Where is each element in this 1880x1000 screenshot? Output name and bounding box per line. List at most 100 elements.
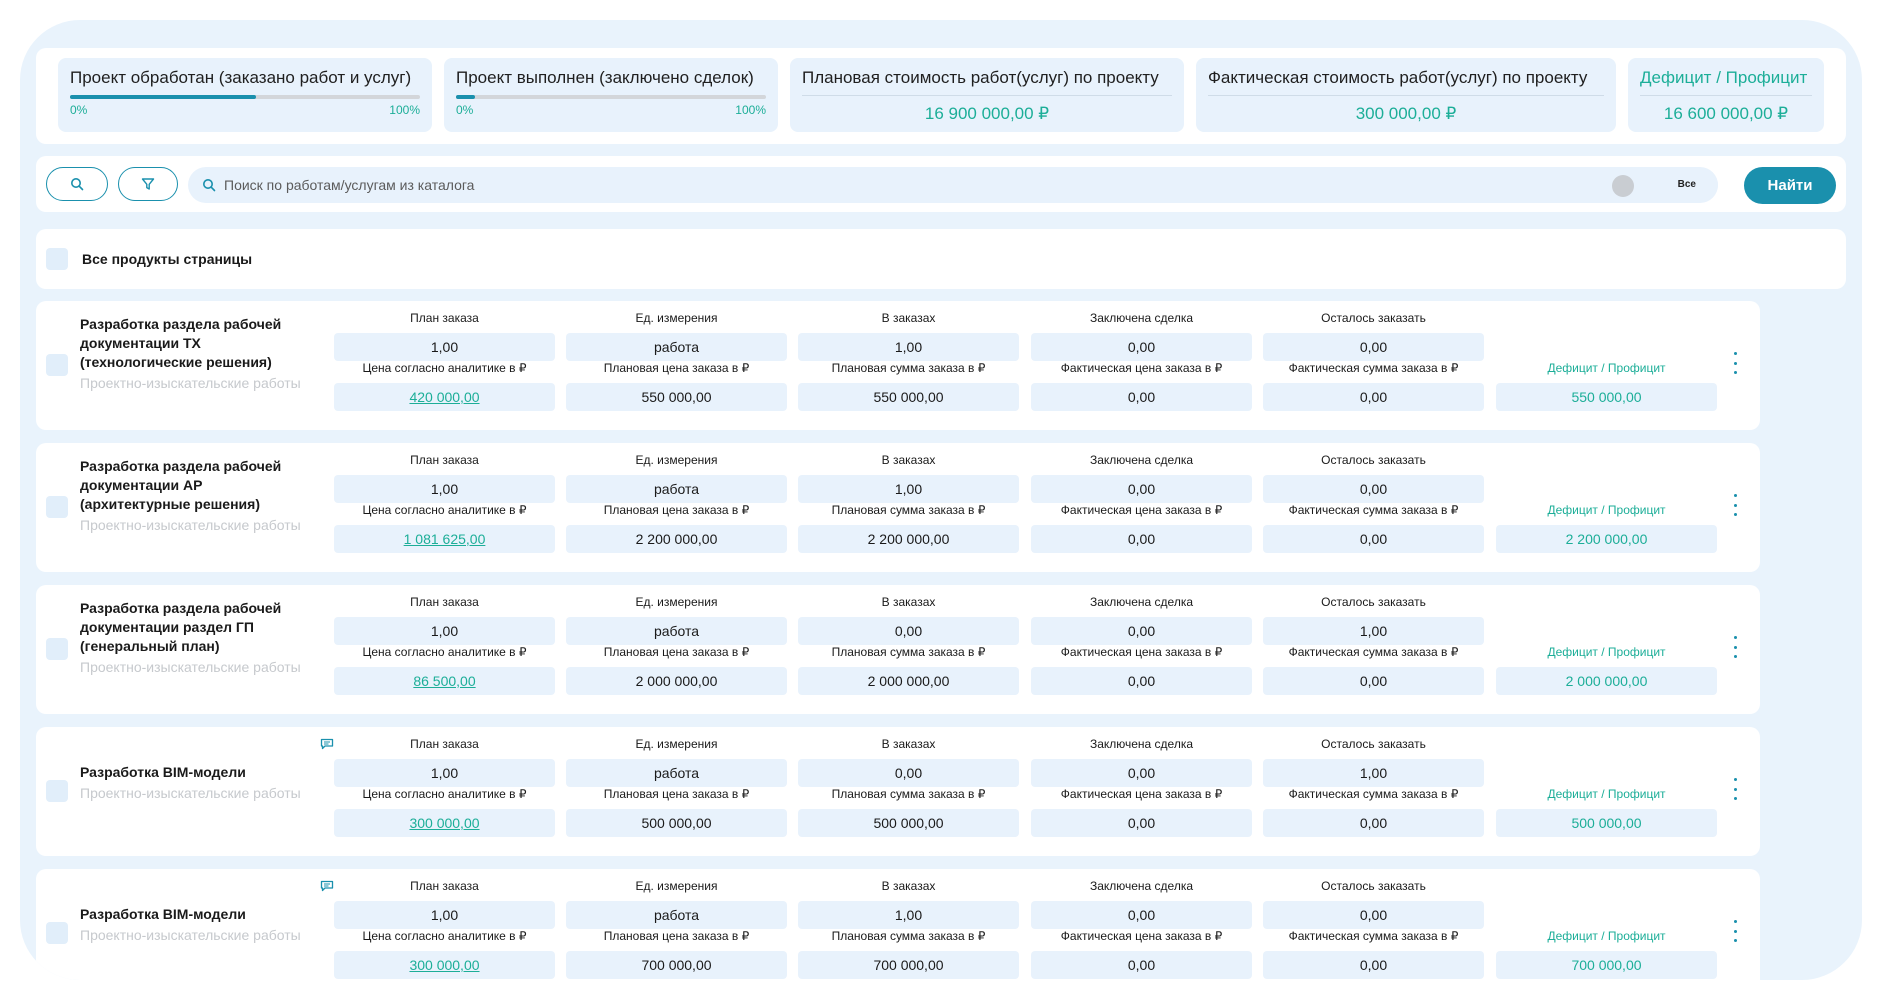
field-value[interactable]: 0,00 bbox=[1031, 525, 1252, 553]
field-value[interactable]: 2 200 000,00 bbox=[566, 525, 787, 553]
field-header: Фактическая сумма заказа в ₽ bbox=[1288, 929, 1459, 943]
field-value[interactable]: 0,00 bbox=[1263, 951, 1484, 979]
field-value[interactable]: 300 000,00 bbox=[334, 951, 555, 979]
field-value[interactable]: 1,00 bbox=[334, 759, 555, 787]
search-icon bbox=[71, 178, 84, 191]
field-value[interactable]: 0,00 bbox=[1031, 759, 1252, 787]
field-value[interactable]: 300 000,00 bbox=[334, 809, 555, 837]
field-deficit: Дефицит / Профицит 2 200 000,00 bbox=[1496, 503, 1717, 553]
field-value[interactable]: 1,00 bbox=[334, 901, 555, 929]
field-header: Осталось заказать bbox=[1321, 595, 1426, 609]
field-value[interactable]: 0,00 bbox=[798, 617, 1019, 645]
field-plan-sum: Плановая сумма заказа в ₽ 2 000 000,00 bbox=[798, 645, 1019, 695]
field-value[interactable]: 1,00 bbox=[1263, 617, 1484, 645]
field-header: Цена согласно аналитике в ₽ bbox=[362, 503, 527, 517]
field-value[interactable]: 1,00 bbox=[1263, 759, 1484, 787]
search-button[interactable] bbox=[46, 167, 108, 201]
field-value[interactable]: работа bbox=[566, 617, 787, 645]
product-checkbox[interactable] bbox=[46, 638, 68, 660]
completed-max: 100% bbox=[735, 103, 766, 117]
field-header: Цена согласно аналитике в ₽ bbox=[362, 361, 527, 375]
field-value[interactable]: 500 000,00 bbox=[566, 809, 787, 837]
field-value[interactable]: 420 000,00 bbox=[334, 383, 555, 411]
field-value[interactable]: 86 500,00 bbox=[334, 667, 555, 695]
field-deficit: Дефицит / Профицит 700 000,00 bbox=[1496, 929, 1717, 979]
field-value[interactable]: 550 000,00 bbox=[566, 383, 787, 411]
field-value[interactable]: 2 000 000,00 bbox=[566, 667, 787, 695]
more-menu-icon[interactable] bbox=[1730, 778, 1740, 800]
field-unit: Ед. измерения работа bbox=[566, 737, 787, 787]
field-value[interactable]: работа bbox=[566, 333, 787, 361]
field-value[interactable]: 0,00 bbox=[1263, 809, 1484, 837]
select-all-checkbox[interactable] bbox=[46, 248, 68, 270]
field-value[interactable]: 0,00 bbox=[798, 759, 1019, 787]
more-menu-icon[interactable] bbox=[1730, 636, 1740, 658]
field-value[interactable]: 0,00 bbox=[1031, 901, 1252, 929]
field-value[interactable]: 1,00 bbox=[798, 333, 1019, 361]
deficit-label: Дефицит / Профицит bbox=[1640, 68, 1808, 87]
field-value[interactable]: работа bbox=[566, 901, 787, 929]
filter-icon bbox=[141, 178, 155, 190]
product-checkbox[interactable] bbox=[46, 780, 68, 802]
field-value[interactable]: 1,00 bbox=[334, 617, 555, 645]
field-header: Плановая сумма заказа в ₽ bbox=[831, 929, 986, 943]
product-checkbox[interactable] bbox=[46, 922, 68, 944]
field-value[interactable]: 700 000,00 bbox=[566, 951, 787, 979]
product-checkbox[interactable] bbox=[46, 496, 68, 518]
field-value[interactable]: 1,00 bbox=[798, 475, 1019, 503]
field-value: 2 200 000,00 bbox=[1496, 525, 1717, 553]
field-plan: План заказа 1,00 bbox=[334, 595, 555, 645]
field-value[interactable]: 500 000,00 bbox=[798, 809, 1019, 837]
completed-card: Проект выполнен (заключено сделок) 0% 10… bbox=[444, 58, 778, 132]
field-plan-sum: Плановая сумма заказа в ₽ 500 000,00 bbox=[798, 787, 1019, 837]
field-header: Дефицит / Профицит bbox=[1547, 787, 1666, 801]
field-header: Фактическая сумма заказа в ₽ bbox=[1288, 645, 1459, 659]
field-header: Дефицит / Профицит bbox=[1547, 645, 1666, 659]
field-left: Осталось заказать 1,00 bbox=[1263, 737, 1484, 787]
field-value[interactable]: 1,00 bbox=[334, 333, 555, 361]
comment-icon[interactable] bbox=[320, 879, 334, 897]
field-left: Осталось заказать 0,00 bbox=[1263, 453, 1484, 503]
more-menu-icon[interactable] bbox=[1730, 920, 1740, 942]
field-value[interactable]: 0,00 bbox=[1263, 383, 1484, 411]
product-row: Разработка BIM-модели Проектно-изыскатель… bbox=[36, 727, 1760, 856]
field-value[interactable]: 0,00 bbox=[1263, 667, 1484, 695]
field-header: Плановая цена заказа в ₽ bbox=[603, 929, 750, 943]
field-header: Ед. измерения bbox=[635, 595, 718, 609]
field-value[interactable]: 0,00 bbox=[1263, 475, 1484, 503]
product-category: Проектно-изыскательские работы bbox=[80, 375, 301, 391]
search-input[interactable] bbox=[224, 177, 1424, 193]
field-value[interactable]: 0,00 bbox=[1031, 951, 1252, 979]
field-value[interactable]: 550 000,00 bbox=[798, 383, 1019, 411]
comment-icon[interactable] bbox=[320, 737, 334, 755]
field-value[interactable]: 2 000 000,00 bbox=[798, 667, 1019, 695]
field-value[interactable]: работа bbox=[566, 475, 787, 503]
all-toggle[interactable]: Все bbox=[1596, 169, 1718, 201]
filter-button[interactable] bbox=[118, 167, 178, 201]
field-value[interactable]: 2 200 000,00 bbox=[798, 525, 1019, 553]
more-menu-icon[interactable] bbox=[1730, 494, 1740, 516]
field-value[interactable]: 0,00 bbox=[1031, 475, 1252, 503]
field-value[interactable]: 0,00 bbox=[1031, 383, 1252, 411]
field-value[interactable]: 1 081 625,00 bbox=[334, 525, 555, 553]
field-value[interactable]: 0,00 bbox=[1263, 901, 1484, 929]
product-checkbox[interactable] bbox=[46, 354, 68, 376]
find-button[interactable]: Найти bbox=[1744, 167, 1836, 204]
field-value[interactable]: 0,00 bbox=[1031, 333, 1252, 361]
field-header: Заключена сделка bbox=[1089, 879, 1194, 893]
field-value[interactable]: 700 000,00 bbox=[798, 951, 1019, 979]
field-deal: Заключена сделка 0,00 bbox=[1031, 737, 1252, 787]
field-value[interactable]: 1,00 bbox=[334, 475, 555, 503]
field-value[interactable]: 0,00 bbox=[1031, 809, 1252, 837]
field-value[interactable]: 0,00 bbox=[1263, 333, 1484, 361]
field-value[interactable]: 0,00 bbox=[1263, 525, 1484, 553]
field-header: Цена согласно аналитике в ₽ bbox=[362, 787, 527, 801]
field-value[interactable]: 0,00 bbox=[1031, 667, 1252, 695]
field-plan-sum: Плановая сумма заказа в ₽ 2 200 000,00 bbox=[798, 503, 1019, 553]
more-menu-icon[interactable] bbox=[1730, 352, 1740, 374]
field-value[interactable]: 1,00 bbox=[798, 901, 1019, 929]
field-value[interactable]: работа bbox=[566, 759, 787, 787]
field-header: Осталось заказать bbox=[1321, 737, 1426, 751]
field-plan-sum: Плановая сумма заказа в ₽ 550 000,00 bbox=[798, 361, 1019, 411]
field-value[interactable]: 0,00 bbox=[1031, 617, 1252, 645]
